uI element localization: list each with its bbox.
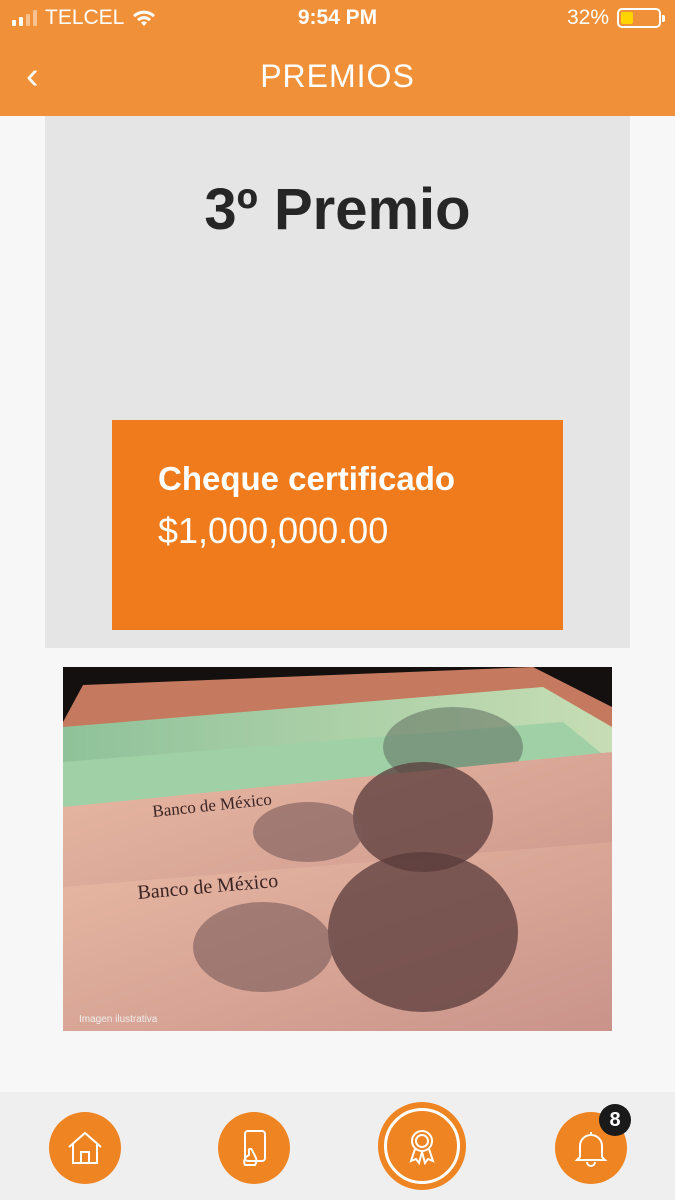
prize-name: Cheque certificado — [158, 460, 456, 497]
prize-card: 3º Premio Cheque certificado $1,000,000.… — [45, 116, 630, 648]
tab-participate[interactable] — [218, 1112, 290, 1184]
battery-icon — [617, 8, 665, 28]
status-bar: TELCEL 9:54 PM 32% — [0, 0, 675, 38]
photo-caption: Imagen ilustrativa — [79, 1014, 158, 1025]
banknotes-illustration: Banco de México Banco de México — [63, 667, 612, 1031]
home-icon — [68, 1131, 102, 1164]
page-title: PREMIOS — [260, 58, 415, 94]
prize-amount: $1,000,000.00 — [158, 510, 389, 551]
notification-badge: 8 — [599, 1104, 631, 1136]
nav-bar: ‹ PREMIOS — [0, 40, 675, 116]
battery-percent: 32% — [566, 6, 609, 29]
prize-detail-box: Cheque certificado $1,000,000.00 — [112, 420, 563, 630]
tab-home[interactable] — [49, 1112, 121, 1184]
battery-fill — [621, 12, 633, 24]
phone-tap-icon — [243, 1130, 266, 1166]
prize-title: 3º Premio — [204, 177, 471, 242]
active-ring — [384, 1108, 460, 1184]
tab-prizes[interactable] — [378, 1102, 466, 1190]
banknotes-photo: Banco de México Banco de México Imagen i… — [63, 667, 612, 1031]
bottom-tab-bar: 8 — [0, 1092, 675, 1200]
status-right: 32% — [566, 6, 665, 30]
tab-notifications[interactable]: 8 — [555, 1104, 631, 1184]
top-bar: TELCEL 9:54 PM 32% ‹ PREMIOS — [0, 0, 675, 116]
